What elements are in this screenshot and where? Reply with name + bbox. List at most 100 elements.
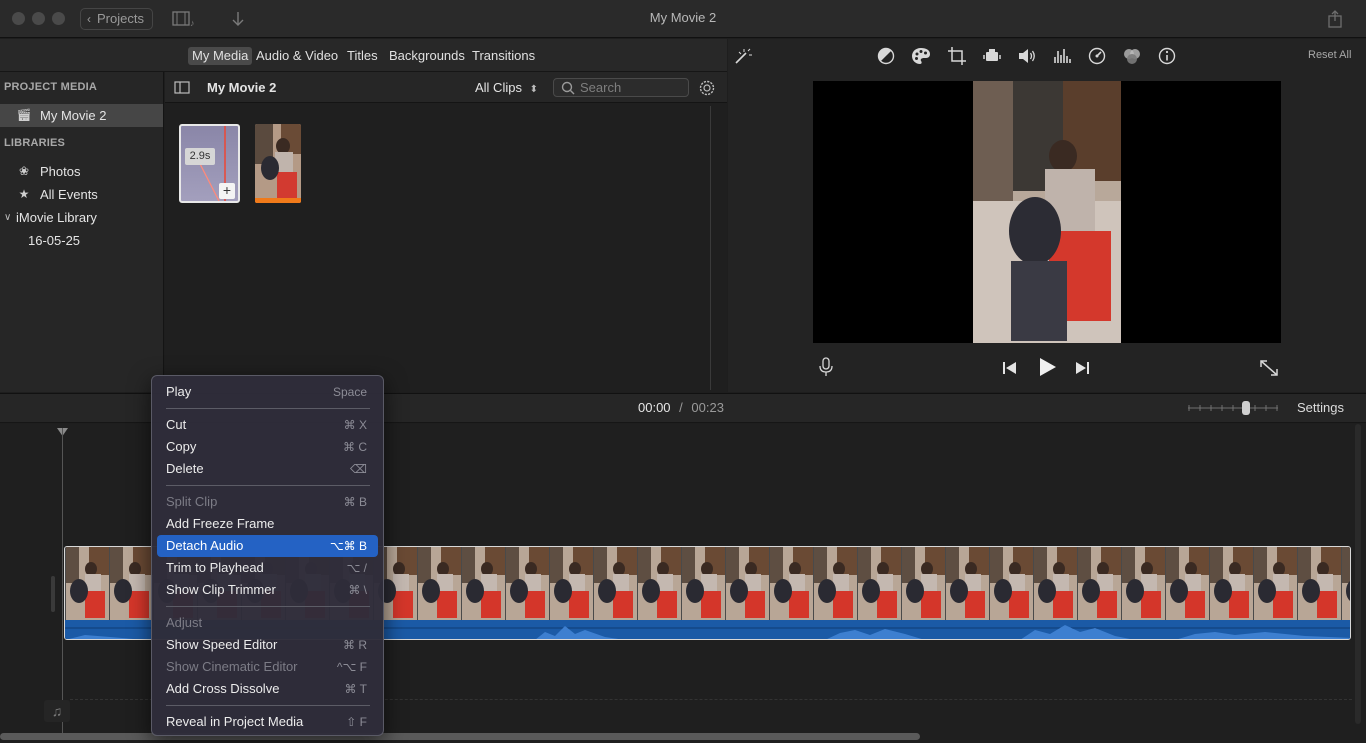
clapper-icon: 🎬︎: [16, 108, 32, 122]
color-balance-icon[interactable]: [875, 47, 897, 65]
menu-item-label: Detach Audio: [166, 538, 244, 553]
menu-item-play[interactable]: Play Space: [157, 381, 378, 403]
stabilization-camera-icon[interactable]: [981, 47, 1003, 65]
menu-item-label: Add Freeze Frame: [166, 516, 275, 531]
playhead[interactable]: [62, 428, 63, 733]
music-note-icon: ♫: [44, 700, 70, 722]
search-icon: [561, 81, 575, 95]
menu-item-label: Play: [166, 384, 192, 399]
timeline-vertical-scrollbar[interactable]: [1355, 424, 1361, 724]
libraries-heading: LIBRARIES: [4, 137, 66, 149]
sidebar-item-all-events[interactable]: ★ All Events: [0, 183, 163, 206]
menu-item-shortcut: ⌘ C: [343, 440, 367, 454]
menu-item-label: Cut: [166, 417, 187, 432]
color-palette-icon[interactable]: [910, 47, 932, 65]
reset-all-button[interactable]: Reset All: [1308, 49, 1351, 61]
menu-item-shortcut: ⌘ T: [344, 682, 367, 696]
filter-label: All Clips: [475, 80, 522, 95]
menu-item-shortcut: ⌘ \: [348, 583, 367, 597]
total-duration: 00:23: [691, 400, 724, 415]
menu-item-label: Trim to Playhead: [166, 560, 264, 575]
media-clip-thumbnail[interactable]: [255, 124, 301, 203]
menu-item-shortcut: ⌥ /: [346, 561, 368, 575]
menu-item-label: Add Cross Dissolve: [166, 681, 280, 696]
browser-scrollbar[interactable]: [710, 106, 711, 390]
menu-item-label: Adjust: [166, 615, 203, 630]
menu-item-label: Delete: [166, 461, 204, 476]
menu-item-reveal-in-project-media[interactable]: Reveal in Project Media ⇧ F: [157, 711, 378, 733]
share-icon[interactable]: [1326, 9, 1344, 29]
menu-item-add-freeze-frame[interactable]: Add Freeze Frame: [157, 513, 378, 535]
menu-item-show-clip-trimmer[interactable]: Show Clip Trimmer ⌘ \: [157, 579, 378, 601]
menu-item-cut[interactable]: Cut ⌘ X: [157, 414, 378, 436]
sidebar-item-event[interactable]: 16-05-25: [0, 229, 163, 252]
video-frame: [973, 81, 1121, 343]
sidebar-item-label: iMovie Library: [16, 210, 97, 225]
tab-backgrounds[interactable]: Backgrounds: [389, 47, 465, 65]
microphone-icon[interactable]: [818, 357, 834, 377]
zoom-slider[interactable]: [1188, 401, 1280, 415]
sidebar: PROJECT MEDIA 🎬︎ My Movie 2 LIBRARIES ❀ …: [0, 72, 164, 392]
star-box-icon: ★: [18, 187, 30, 201]
context-menu: Play Space Cut ⌘ X Copy ⌘ C Delete ⌫ Split C…: [151, 375, 384, 736]
menu-item-shortcut: ⌫: [350, 462, 367, 476]
menu-item-add-cross-dissolve[interactable]: Add Cross Dissolve ⌘ T: [157, 678, 378, 700]
tab-audio-video[interactable]: Audio & Video: [256, 47, 338, 65]
browser-header: My Movie 2 All Clips ⬍ Search: [165, 72, 727, 103]
play-icon[interactable]: [1037, 357, 1057, 377]
menu-item-trim-to-playhead[interactable]: Trim to Playhead ⌥ /: [157, 557, 378, 579]
timeline-horizontal-scrollbar[interactable]: [0, 733, 920, 740]
tab-my-media[interactable]: My Media: [188, 47, 253, 65]
volume-icon[interactable]: [1016, 47, 1038, 65]
menu-item-split-clip: Split Clip ⌘ B: [157, 491, 378, 513]
gear-icon[interactable]: [698, 79, 716, 97]
magic-wand-icon[interactable]: [732, 47, 752, 65]
menu-item-label: Split Clip: [166, 494, 218, 509]
menu-item-detach-audio[interactable]: Detach Audio ⌥⌘ B: [157, 535, 378, 557]
sidebar-item-label: Photos: [40, 164, 81, 179]
equalizer-icon[interactable]: [1051, 47, 1073, 65]
time-separator: /: [679, 400, 683, 415]
viewer: Reset All: [728, 39, 1366, 392]
window-title: My Movie 2: [649, 10, 717, 25]
all-clips-filter[interactable]: All Clips ⬍: [475, 80, 538, 95]
browser-title: My Movie 2: [207, 80, 277, 95]
skip-back-icon[interactable]: [1002, 361, 1018, 375]
menu-item-delete[interactable]: Delete ⌫: [157, 458, 378, 480]
tab-titles[interactable]: Titles: [347, 47, 378, 65]
tab-transitions[interactable]: Transitions: [472, 47, 535, 65]
menu-item-label: Show Speed Editor: [166, 637, 278, 652]
menu-item-show-cinematic-editor: Show Cinematic Editor ^⌥ F: [157, 656, 378, 678]
menu-item-show-speed-editor[interactable]: Show Speed Editor ⌘ R: [157, 634, 378, 656]
menu-item-shortcut: ⌥⌘ B: [329, 539, 367, 553]
media-tabs-bar: My Media Audio & Video Titles Background…: [0, 39, 727, 72]
timecode: 00:00 / 00:23: [638, 400, 724, 415]
menu-item-label: Reveal in Project Media: [166, 714, 304, 729]
info-icon[interactable]: [1156, 47, 1178, 65]
sidebar-toggle-icon[interactable]: [174, 81, 190, 94]
crop-icon[interactable]: [946, 47, 968, 65]
menu-separator: [166, 606, 370, 607]
disclosure-chevron-down-icon[interactable]: ∨: [4, 206, 11, 229]
sidebar-item-photos[interactable]: ❀ Photos: [0, 160, 163, 183]
sidebar-item-my-movie[interactable]: 🎬︎ My Movie 2: [0, 104, 163, 127]
add-to-timeline-button[interactable]: +: [219, 183, 235, 199]
sidebar-item-imovie-library[interactable]: ∨ iMovie Library: [0, 206, 163, 229]
speed-gauge-icon[interactable]: [1086, 47, 1108, 65]
sidebar-item-label: 16-05-25: [28, 233, 81, 248]
menu-item-copy[interactable]: Copy ⌘ C: [157, 436, 378, 458]
menu-item-shortcut: ⌘ B: [343, 495, 367, 509]
skip-forward-icon[interactable]: [1074, 361, 1090, 375]
timeline-left-handle[interactable]: [51, 576, 55, 612]
project-media-heading: PROJECT MEDIA: [4, 81, 98, 93]
filter-circles-icon[interactable]: [1121, 47, 1143, 65]
fullscreen-expand-icon[interactable]: [1259, 359, 1279, 377]
menu-item-shortcut: ⌘ R: [343, 638, 367, 652]
menu-item-shortcut: ⇧ F: [346, 715, 367, 729]
updown-chevron-icon: ⬍: [529, 84, 538, 95]
title-bar: ‹ Projects ♪ My Movie 2: [0, 0, 1366, 38]
menu-separator: [166, 408, 370, 409]
media-clip-thumbnail[interactable]: 2.9s +: [179, 124, 240, 203]
settings-button[interactable]: Settings: [1297, 400, 1344, 415]
menu-item-adjust: Adjust: [157, 612, 378, 634]
